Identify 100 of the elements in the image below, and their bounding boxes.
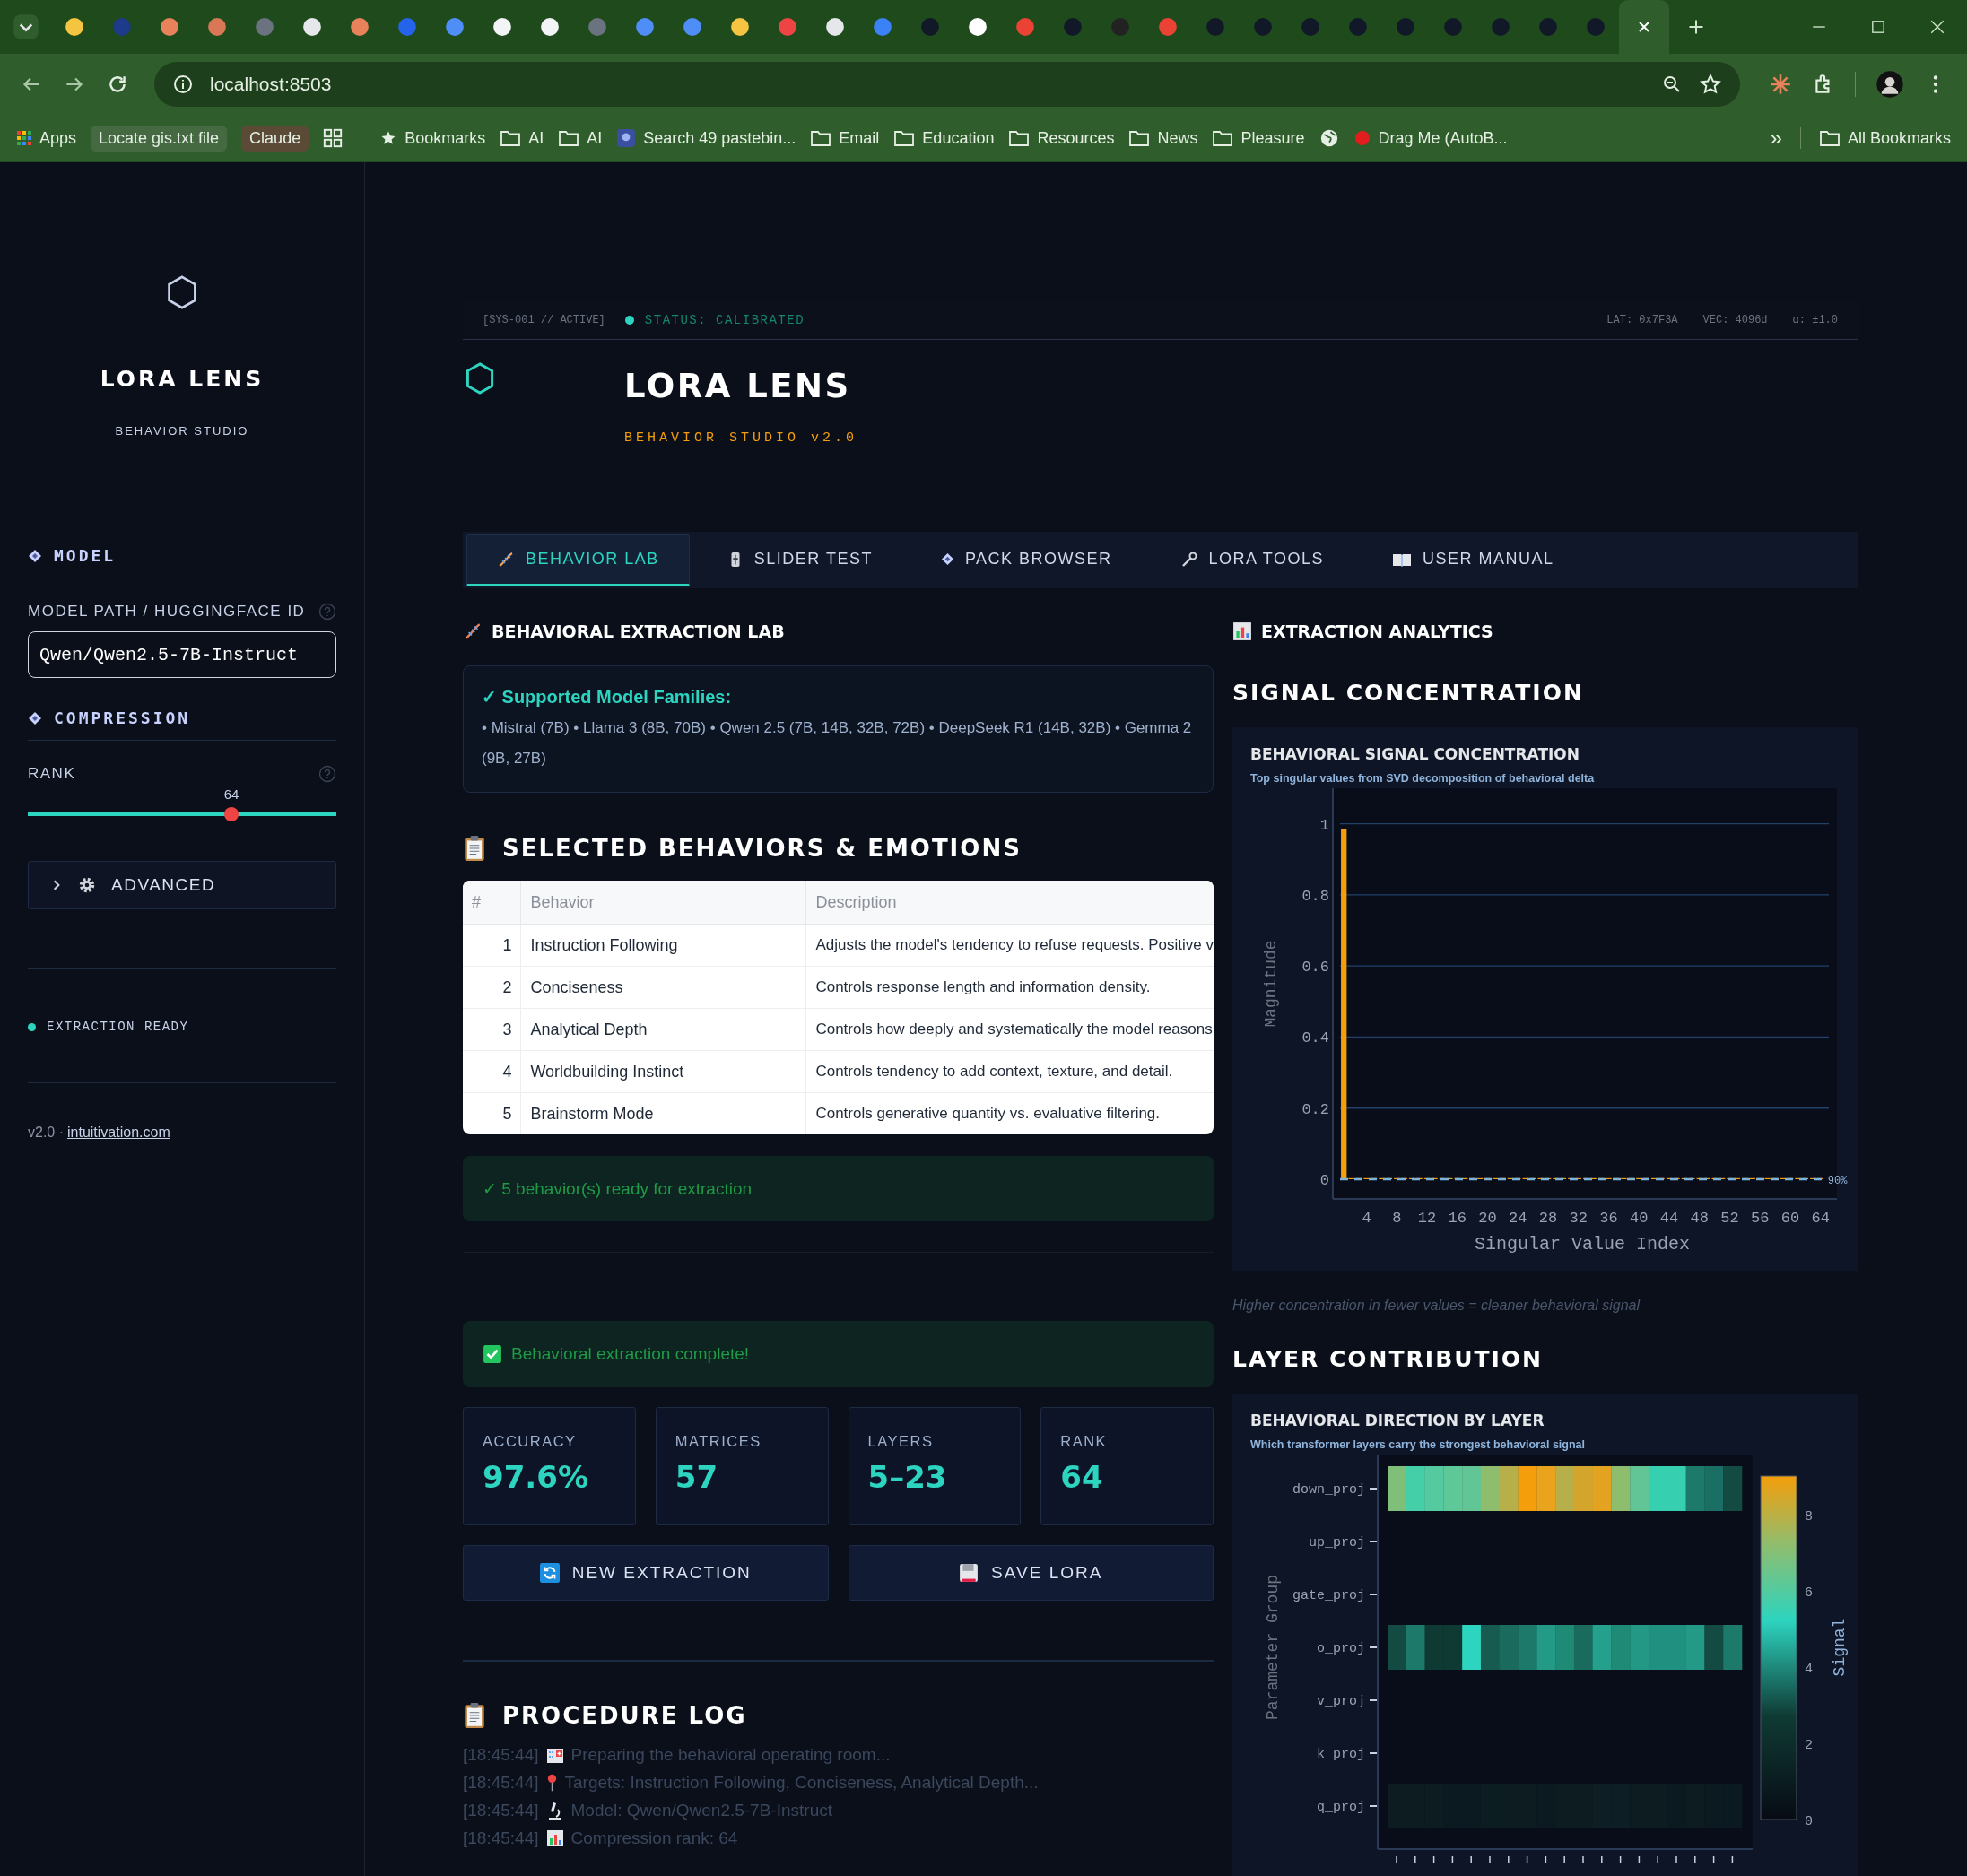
color-scale-tick: 2 xyxy=(1805,1737,1813,1753)
color-scale-tick: 8 xyxy=(1805,1508,1813,1524)
row-label: v_proj xyxy=(1317,1694,1365,1709)
x-tick-label: 32 xyxy=(1569,1210,1588,1227)
color-scale-tick: 4 xyxy=(1805,1661,1813,1677)
readout-text: VEC: 4096d xyxy=(1702,314,1768,326)
app-subtitle: BEHAVIOR STUDIO xyxy=(114,424,250,438)
slider-value: 64 xyxy=(223,786,239,802)
stat-value: 97.6% xyxy=(483,1459,589,1495)
status-text: EXTRACTION READY xyxy=(47,1020,189,1034)
chart-subtitle: Top singular values from SVD decomposition of behavioral delta xyxy=(1250,772,1596,785)
chart-subtitle: Which transformer layers carry the strongest behavioral signal xyxy=(1250,1438,1587,1451)
row-label: q_proj xyxy=(1317,1800,1365,1815)
chart-title: BEHAVIORAL DIRECTION BY LAYER xyxy=(1250,1411,1545,1429)
table-cell: 4 xyxy=(463,1050,521,1093)
table-cell: Controls response length and information density. xyxy=(805,966,1214,1009)
x-tick-label: 24 xyxy=(1509,1210,1527,1227)
y-tick-label: 0.2 xyxy=(1301,1100,1329,1118)
x-tick-label: 64 xyxy=(1811,1210,1830,1227)
y-tick-label: 0.6 xyxy=(1301,959,1329,977)
log-timestamp: [18:45:44] xyxy=(463,1828,539,1848)
stat-label: LAYERS xyxy=(867,1433,935,1450)
section-heading: MODEL xyxy=(54,546,117,565)
column-header: Description xyxy=(805,881,1214,925)
x-tick-label: 16 xyxy=(1448,1210,1467,1227)
x-tick-label: 28 xyxy=(1538,1210,1558,1227)
system-id-text: [SYS-001 // ACTIVE] xyxy=(483,314,605,326)
y-tick-label: 0.8 xyxy=(1301,887,1329,905)
stat-label: RANK xyxy=(1060,1433,1109,1450)
stat-label: ACCURACY xyxy=(483,1433,578,1450)
table-cell: 1 xyxy=(463,924,521,967)
table-cell: Conciseness xyxy=(520,966,806,1009)
y-tick-label: 0 xyxy=(1319,1172,1329,1189)
x-axis-title: Singular Value Index xyxy=(1475,1234,1690,1255)
log-timestamp: [18:45:44] xyxy=(463,1800,539,1820)
chart-title: BEHAVIORAL SIGNAL CONCENTRATION xyxy=(1250,745,1580,763)
section-heading: EXTRACTION ANALYTICS xyxy=(1261,621,1493,641)
section-heading: BEHAVIORAL EXTRACTION LAB xyxy=(492,621,785,641)
section-heading: COMPRESSION xyxy=(54,708,191,727)
table-cell: Controls how deeply and systematically the model reasons xyxy=(805,1008,1214,1051)
status-text: STATUS: CALIBRATED xyxy=(644,313,805,327)
table-cell: Analytical Depth xyxy=(520,1008,806,1051)
page-title: LORA LENS xyxy=(624,367,852,405)
x-tick-label: 36 xyxy=(1599,1210,1618,1227)
stat-value: 64 xyxy=(1060,1459,1104,1495)
stat-value: 57 xyxy=(675,1459,719,1495)
x-tick-label: 60 xyxy=(1780,1210,1800,1227)
column-header: # xyxy=(463,881,521,925)
threshold-label: 90% xyxy=(1827,1175,1848,1187)
x-tick-label: 4 xyxy=(1362,1210,1371,1227)
chart-caption: Higher concentration in fewer values = cleaner behavioral signal xyxy=(1232,1298,1641,1314)
table-cell: 2 xyxy=(463,966,521,1009)
page-subtitle: BEHAVIOR STUDIO v2.0 xyxy=(624,430,858,446)
row-label: up_proj xyxy=(1309,1535,1365,1550)
readout-text: α: ±1.0 xyxy=(1792,314,1838,326)
x-tick-label: 40 xyxy=(1630,1210,1649,1227)
section-heading: SELECTED BEHAVIORS & EMOTIONS xyxy=(502,835,1022,862)
log-timestamp: [18:45:44] xyxy=(463,1772,539,1793)
table-cell: Adjusts the model's tendency to refuse requests. Positive v xyxy=(805,924,1214,967)
table-cell: 5 xyxy=(463,1092,521,1134)
log-message: Compression rank: 64 xyxy=(570,1828,738,1848)
chart-heading: LAYER CONTRIBUTION xyxy=(1232,1346,1545,1372)
log-message: Targets: Instruction Following, Conciseness, Analytical Depth... xyxy=(564,1772,1039,1793)
table-cell: Brainstorm Mode xyxy=(520,1092,806,1134)
table-cell: Worldbuilding Instinct xyxy=(520,1050,806,1093)
x-tick-label: 48 xyxy=(1690,1210,1709,1227)
info-title: ✓ Supported Model Families: xyxy=(482,686,733,708)
y-tick-label: 0.4 xyxy=(1301,1029,1329,1047)
info-text: • Mistral (7B) • Llama 3 (8B, 70B) • Qwen 2.5 (7B, 14B, 32B, 72B) • DeepSeek R1 (14B, 32B) • Gemma 2 (9B, 27B) xyxy=(482,718,1193,769)
row-label: k_proj xyxy=(1317,1747,1365,1762)
y-axis-title: Parameter Group xyxy=(1264,1575,1282,1720)
url-text: localhost:8503 xyxy=(210,74,332,95)
row-label: gate_proj xyxy=(1292,1588,1365,1603)
x-tick-label: 12 xyxy=(1417,1210,1437,1227)
log-message: Model: Qwen/Qwen2.5-7B-Instruct xyxy=(570,1800,832,1820)
x-tick-label: 52 xyxy=(1720,1210,1739,1227)
y-axis-title: Magnitude xyxy=(1262,940,1280,1028)
log-timestamp: [18:45:44] xyxy=(463,1744,539,1765)
version-text: v2.0 · xyxy=(28,1125,64,1141)
x-tick-label: 44 xyxy=(1659,1210,1679,1227)
app-title: LORA LENS xyxy=(99,366,265,392)
section-heading: PROCEDURE LOG xyxy=(502,1702,747,1729)
field-label: RANK xyxy=(28,765,76,783)
row-label: down_proj xyxy=(1292,1482,1365,1498)
success-text: Behavioral extraction complete! xyxy=(511,1344,750,1364)
chart-heading: SIGNAL CONCENTRATION xyxy=(1232,680,1585,706)
field-label: MODEL PATH / HUGGINGFACE ID xyxy=(28,603,306,621)
row-label: o_proj xyxy=(1317,1641,1365,1656)
color-scale-title: Signal xyxy=(1831,1618,1849,1677)
stat-label: MATRICES xyxy=(675,1433,762,1450)
table-cell: Controls tendency to add context, texture, and detail. xyxy=(805,1050,1214,1093)
color-scale-tick: 6 xyxy=(1805,1585,1813,1601)
table-cell: Controls generative quantity vs. evaluative filtering. xyxy=(805,1092,1214,1134)
column-header: Behavior xyxy=(520,881,806,925)
success-message: ✓ 5 behavior(s) ready for extraction xyxy=(463,1156,1214,1221)
x-tick-label: 56 xyxy=(1751,1210,1770,1227)
color-scale-tick: 0 xyxy=(1805,1814,1813,1829)
x-tick-label: 8 xyxy=(1392,1210,1402,1227)
x-tick-label: 20 xyxy=(1478,1210,1497,1227)
y-tick-label: 1 xyxy=(1319,816,1329,834)
